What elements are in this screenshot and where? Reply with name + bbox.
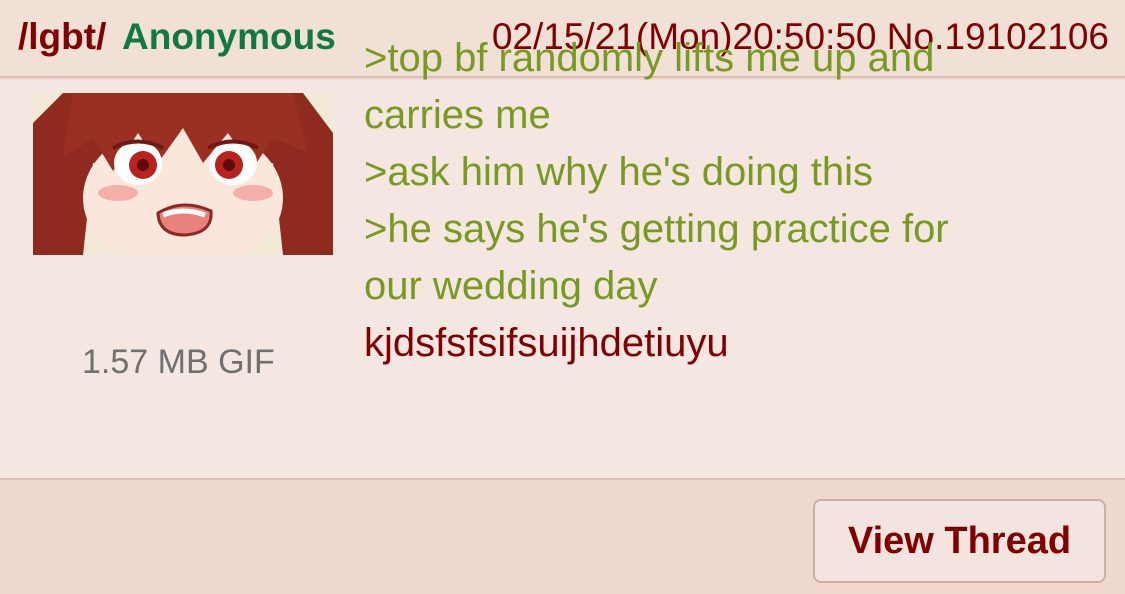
poster-name: Anonymous [122,16,336,57]
file-info: 1.57 MB GIF [82,343,275,381]
thumbnail-image [33,93,333,255]
post-footer: View Thread [0,482,1125,594]
greentext-line: >he says he's getting practice for [364,207,949,251]
view-thread-button[interactable]: View Thread [813,499,1106,583]
plain-text-line: kjdsfsfsifsuijhdetiuyu [364,321,729,365]
greentext-line: >ask him why he's doing this [364,150,874,194]
post-message: >top bf randomly lifts me up and carries… [364,30,1084,372]
greentext-line: carries me [364,93,551,137]
greentext-line: our wedding day [364,264,658,308]
anime-girl-thumbnail[interactable] [33,93,333,255]
board-link[interactable]: /lgbt/ [18,16,106,58]
greentext-line: >top bf randomly lifts me up and [364,36,935,80]
